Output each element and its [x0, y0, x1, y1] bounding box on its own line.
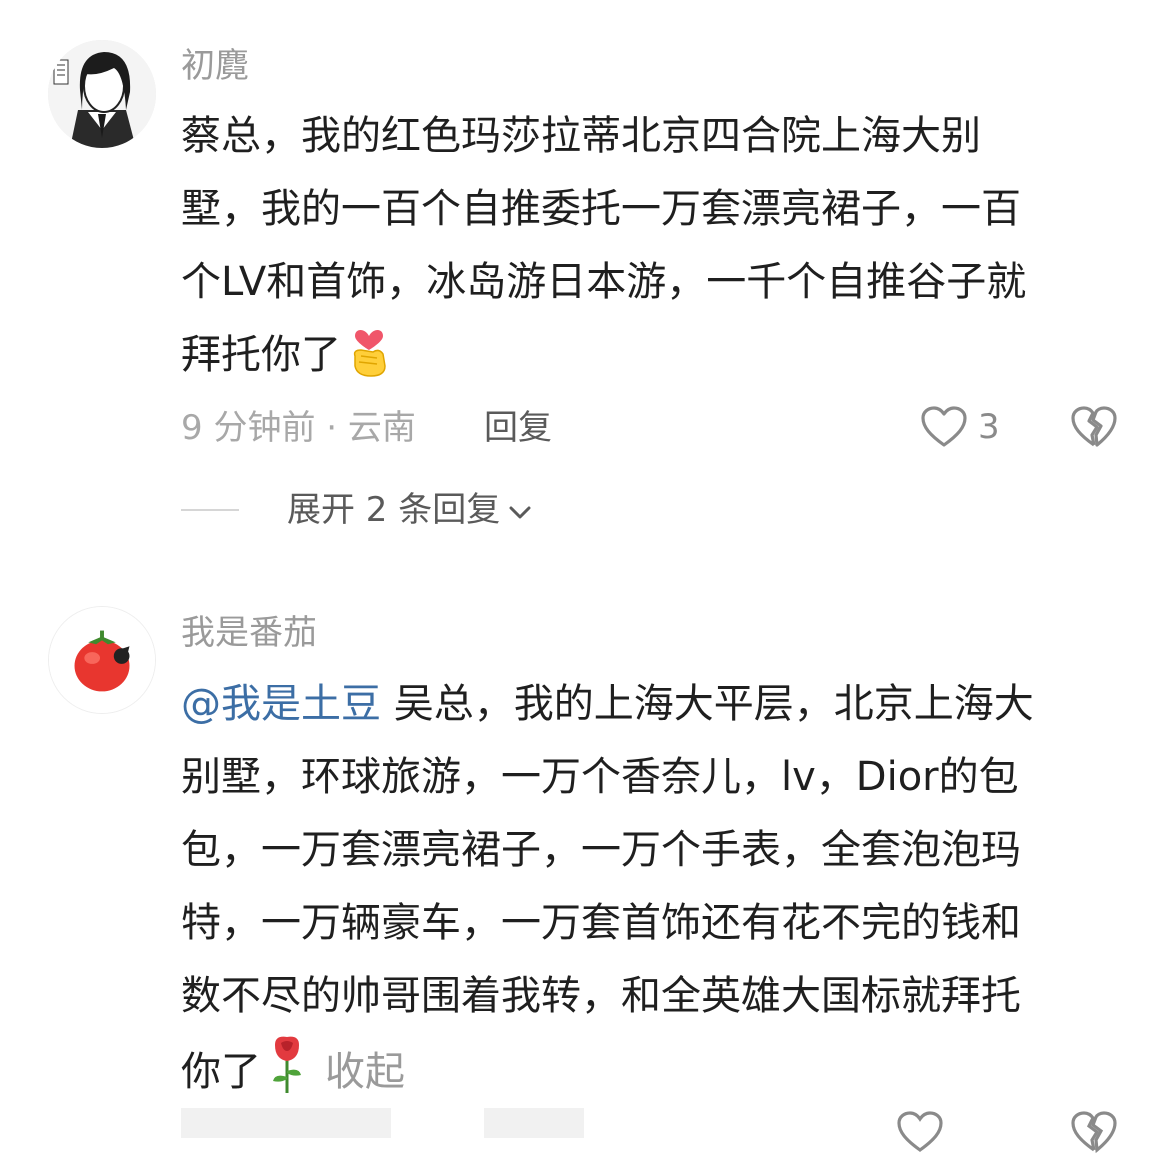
- comment-line: 数不尽的帅哥围着我转，和全英雄大国标就拜托: [181, 973, 1021, 1019]
- avatar[interactable]: [48, 606, 156, 714]
- comment-line: 包，一万套漂亮裙子，一万个手表，全套泡泡玛: [181, 827, 1021, 873]
- dislike-button[interactable]: [1070, 405, 1118, 453]
- avatar[interactable]: [48, 40, 156, 148]
- comment-line: 别墅，环球旅游，一万个香奈儿，lv，Dior的包: [181, 754, 1019, 800]
- broken-heart-icon[interactable]: [1070, 1110, 1118, 1158]
- comment-line-last: 你了 收起: [181, 1033, 1141, 1106]
- comment-text: 蔡总，我的红色玛莎拉蒂北京四合院上海大别 墅，我的一百个自推委托一万套漂亮裙子，…: [181, 100, 1126, 392]
- finger-heart-icon: [347, 320, 391, 402]
- comment-line-last: 拜托你了: [181, 319, 1126, 392]
- comment-line: 特，一万辆豪车，一万套首饰还有花不完的钱和: [181, 900, 1021, 946]
- broken-heart-icon: [1071, 406, 1117, 447]
- time-location: 9 分钟前 · 云南: [181, 408, 416, 448]
- comment-line-text: 你了: [181, 1049, 261, 1095]
- username[interactable]: 初麑: [181, 46, 249, 86]
- heart-icon: [920, 405, 968, 449]
- collapse-button[interactable]: 收起: [325, 1049, 405, 1095]
- expand-replies[interactable]: 展开 2 条回复: [181, 490, 532, 530]
- username[interactable]: 我是番茄: [181, 613, 317, 653]
- comment-text: @我是土豆 吴总，我的上海大平层，北京上海大 别墅，环球旅游，一万个香奈儿，lv…: [181, 668, 1141, 1106]
- chevron-down-icon: [508, 490, 532, 530]
- divider: [181, 509, 239, 511]
- like-button[interactable]: 3: [920, 405, 1000, 449]
- comment-line-text: 吴总，我的上海大平层，北京上海大: [381, 681, 1034, 727]
- heart-icon[interactable]: [896, 1110, 944, 1158]
- expand-replies-label: 展开 2 条回复: [287, 490, 501, 530]
- reply-button[interactable]: 回复: [484, 408, 552, 448]
- cropped-meta-row: [0, 1108, 1170, 1154]
- comment-line-text: 拜托你了: [181, 332, 341, 378]
- comment-line: 墅，我的一百个自推委托一万套漂亮裙子，一百: [181, 186, 1021, 232]
- comment-line: 蔡总，我的红色玛莎拉蒂北京四合院上海大别: [181, 113, 981, 159]
- rose-icon: [267, 1033, 307, 1119]
- comment-line: 个LV和首饰，冰岛游日本游，一千个自推谷子就: [181, 259, 1027, 305]
- like-count: 3: [978, 407, 1000, 447]
- comment-line-first: @我是土豆 吴总，我的上海大平层，北京上海大: [181, 668, 1141, 741]
- mention-link[interactable]: @我是土豆: [181, 681, 381, 727]
